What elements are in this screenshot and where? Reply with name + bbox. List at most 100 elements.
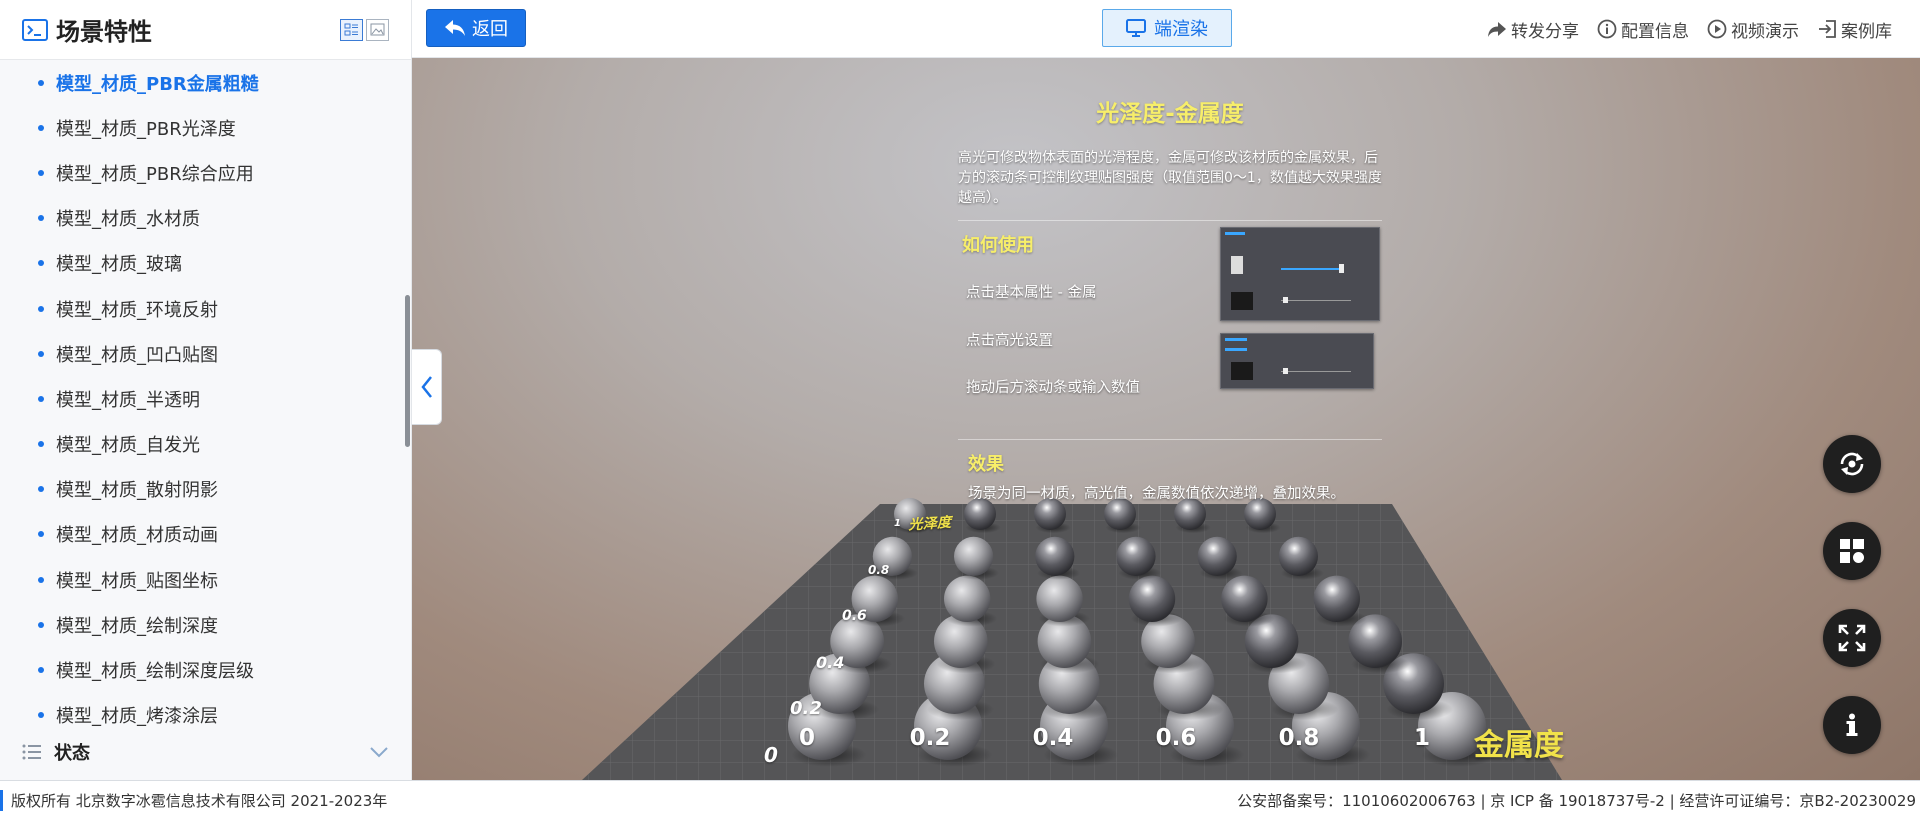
back-arrow-icon [445, 20, 465, 36]
bullet-icon [38, 260, 44, 267]
info-panel: 光泽度-金属度 高光可修改物体表面的光滑程度，金属可修改该材质的金属效果，后方的… [958, 88, 1382, 503]
share-button[interactable]: 转发分享 [1487, 17, 1579, 42]
render-mode-button[interactable]: 端渲染 [1102, 9, 1232, 47]
license-text: 公安部备案号：11010602006763 | 京 ICP 备 19018737… [1237, 792, 1916, 810]
effect-heading: 效果 [968, 454, 1004, 475]
effect-text: 场景为同一材质，高光值，金属数值依次递增，叠加效果。 [968, 486, 1345, 502]
bullet-icon [38, 350, 44, 357]
x-tick-label: 0.6 [1155, 725, 1197, 751]
fullscreen-button[interactable] [1823, 609, 1881, 667]
chevron-down-icon [370, 747, 388, 758]
sidebar-scrollbar[interactable] [405, 295, 410, 447]
terminal-icon [22, 18, 48, 41]
bullet-icon [38, 395, 44, 402]
bullet-icon [38, 305, 44, 312]
config-info-button[interactable]: 配置信息 [1597, 17, 1689, 42]
back-button[interactable]: 返回 [426, 9, 526, 47]
list-item[interactable]: 模型_材质_半透明 [0, 376, 411, 421]
bullet-icon [38, 79, 44, 86]
list-icon [22, 744, 41, 760]
list-item[interactable]: 模型_材质_绘制深度层级 [0, 647, 411, 692]
properties-screenshot-2 [1220, 333, 1374, 389]
login-icon [1819, 20, 1836, 38]
material-sphere [944, 575, 991, 622]
list-item[interactable]: 模型_材质_玻璃 [0, 241, 411, 286]
list-item[interactable]: 模型_材质_绘制深度 [0, 602, 411, 647]
y-tick-label: 1 [894, 518, 901, 529]
list-view-icon[interactable] [340, 18, 363, 41]
howto-heading: 如何使用 [962, 235, 1034, 256]
scene-list: 模型_材质_PBR金属粗糙 模型_材质_PBR光泽度 模型_材质_PBR综合应用… [0, 60, 411, 732]
bullet-icon [38, 486, 44, 493]
list-item[interactable]: 模型_材质_凹凸贴图 [0, 331, 411, 376]
bullet-icon [38, 169, 44, 176]
view-toggle [340, 18, 389, 41]
x-tick-label: 0.4 [1032, 725, 1074, 751]
collapse-sidebar-button[interactable] [412, 349, 442, 425]
footer: 版权所有 北京数字冰雹信息技术有限公司 2021-2023年 公安部备案号：11… [0, 780, 1920, 822]
sidebar-header: 场景特性 [0, 0, 411, 60]
bullet-icon [38, 215, 44, 222]
howto-step-2: 点击高光设置 [966, 333, 1053, 349]
sidebar-group-label: 状态 [54, 743, 90, 764]
sidebar-title: 场景特性 [56, 18, 152, 46]
rotate-icon [1840, 452, 1864, 476]
panel-divider [958, 220, 1382, 221]
bullet-icon [38, 712, 44, 719]
bullet-icon [38, 667, 44, 674]
list-item[interactable]: 模型_材质_烤漆涂层 [0, 693, 411, 732]
panel-title: 光泽度-金属度 [1096, 101, 1244, 127]
info-circle-icon [1597, 19, 1617, 39]
bullet-icon [38, 531, 44, 538]
howto-step-1: 点击基本属性 - 金属 [966, 285, 1097, 301]
case-library-button[interactable]: 案例库 [1817, 17, 1892, 42]
properties-screenshot-1 [1220, 227, 1380, 321]
material-sphere [1116, 536, 1156, 576]
x-tick-label: 1 [1413, 725, 1431, 751]
list-item[interactable]: 模型_材质_PBR光泽度 [0, 105, 411, 150]
bullet-icon [38, 621, 44, 628]
material-sphere [1197, 536, 1237, 576]
info-button[interactable] [1823, 696, 1881, 754]
list-item[interactable]: 模型_材质_贴图坐标 [0, 557, 411, 602]
image-view-icon[interactable] [366, 18, 389, 41]
material-sphere [1036, 575, 1083, 622]
share-icon [1488, 22, 1506, 37]
top-bar: 返回 端渲染 转发分享 配置信息 视频演示 案例库 [412, 0, 1920, 58]
material-sphere [1035, 536, 1075, 576]
y-axis-title: 光泽度 [907, 514, 954, 534]
list-item[interactable]: 模型_材质_散射阴影 [0, 467, 411, 512]
material-sphere [1278, 536, 1318, 576]
list-item[interactable]: 模型_材质_水材质 [0, 196, 411, 241]
video-demo-button[interactable]: 视频演示 [1707, 17, 1799, 42]
y-tick-label: 0.8 [868, 563, 890, 577]
panel-divider [958, 439, 1382, 440]
layout-button[interactable] [1823, 522, 1881, 580]
play-circle-icon [1707, 19, 1727, 39]
y-tick-label: 0.4 [816, 653, 845, 672]
sidebar: 场景特性 模型_材质_PBR金属粗糙 模型_材质_PBR光泽度 模型_材质_PB… [0, 0, 412, 780]
howto-step-3: 拖动后方滚动条或输入数值 [966, 380, 1140, 396]
chevron-left-icon [420, 376, 432, 398]
list-item[interactable]: 模型_材质_环境反射 [0, 286, 411, 331]
sidebar-group-status[interactable]: 状态 [0, 732, 411, 772]
y-tick-label: 0.6 [842, 608, 867, 624]
x-tick-label: 0.2 [909, 725, 951, 751]
material-sphere [1128, 575, 1176, 622]
bullet-icon [38, 124, 44, 131]
y-tick-label: 0 [764, 743, 778, 767]
info-icon [1846, 713, 1858, 736]
list-item[interactable]: 模型_材质_PBR综合应用 [0, 150, 411, 195]
copyright-text: 版权所有 北京数字冰雹信息技术有限公司 2021-2023年 [0, 790, 387, 811]
y-tick-label: 0.2 [790, 698, 822, 719]
list-item[interactable]: 模型_材质_自发光 [0, 422, 411, 467]
x-tick-label: 0.8 [1278, 725, 1320, 751]
bullet-icon [38, 576, 44, 583]
monitor-icon [1126, 19, 1146, 37]
list-item[interactable]: 模型_材质_PBR金属粗糙 [0, 60, 411, 105]
fullscreen-icon [1838, 624, 1866, 652]
list-item[interactable]: 模型_材质_材质动画 [0, 512, 411, 557]
x-tick-label: 0 [798, 725, 816, 751]
scene-viewport[interactable]: 光泽度 0 0.2 0.4 0.6 0.8 1 0 0.2 0.4 0.6 0.8 1 金属度 光泽… [412, 58, 1920, 780]
reset-view-button[interactable] [1823, 435, 1881, 493]
